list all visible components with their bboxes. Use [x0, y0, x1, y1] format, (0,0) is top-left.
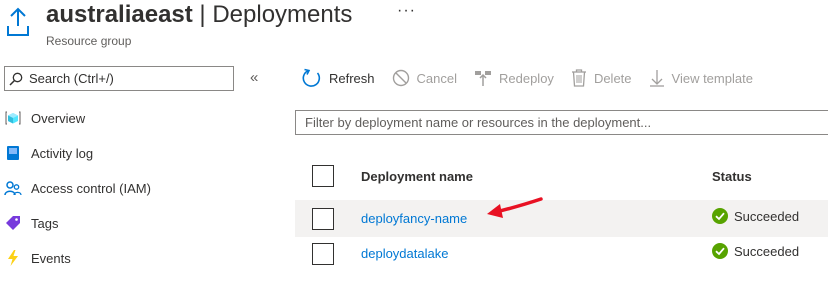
upload-icon [6, 6, 30, 36]
refresh-label: Refresh [329, 70, 375, 86]
page-title: australiaeast | Deployments [46, 0, 352, 30]
sidebar-item-events[interactable]: Events [4, 247, 71, 269]
sidebar-search-input[interactable]: Search (Ctrl+/) [4, 66, 234, 91]
delete-button[interactable]: Delete [571, 69, 632, 87]
success-check-icon [712, 243, 728, 259]
delete-label: Delete [593, 70, 632, 86]
cancel-label: Cancel [416, 70, 457, 86]
lightning-bolt-icon [4, 249, 22, 267]
redeploy-button[interactable]: Redeploy [474, 69, 554, 87]
filter-placeholder: Filter by deployment name or resources i… [305, 115, 652, 130]
page-name: Deployments [212, 1, 353, 28]
collapse-sidebar-button[interactable]: « [250, 69, 258, 86]
status-cell: Succeeded [712, 243, 799, 259]
sidebar-item-label: Access control (IAM) [31, 180, 151, 196]
more-options-button[interactable]: ··· [397, 2, 416, 20]
sidebar-item-label: Tags [31, 215, 59, 231]
sidebar-item-tags[interactable]: Tags [4, 212, 58, 234]
command-bar: Refresh Cancel Redeploy Delete View temp… [302, 66, 770, 90]
page-subtitle: Resource group [46, 34, 132, 48]
view-template-label: View template [671, 70, 753, 86]
select-all-checkbox[interactable] [312, 165, 334, 187]
refresh-icon [302, 68, 321, 87]
redeploy-icon [475, 71, 491, 86]
column-header-status[interactable]: Status [712, 169, 752, 184]
search-placeholder: Search (Ctrl+/) [29, 71, 114, 86]
sidebar-item-label: Activity log [31, 145, 94, 161]
download-arrow-icon [649, 70, 664, 87]
trash-icon [571, 69, 586, 87]
deployment-name-link[interactable]: deployfancy-name [361, 211, 467, 226]
filter-input[interactable]: Filter by deployment name or resources i… [295, 110, 828, 135]
title-separator: | [192, 1, 213, 28]
annotation-arrow-icon [487, 197, 543, 218]
sidebar-item-label: Events [31, 250, 71, 266]
tag-icon [4, 214, 22, 232]
cancel-icon [392, 69, 409, 87]
status-label: Succeeded [734, 243, 800, 259]
status-label: Succeeded [734, 208, 800, 224]
activity-log-icon [4, 144, 22, 162]
cancel-button[interactable]: Cancel [392, 69, 457, 87]
sidebar-item-activity-log[interactable]: Activity log [4, 142, 93, 164]
search-icon [9, 72, 23, 86]
deployment-name-link[interactable]: deploydatalake [361, 246, 448, 261]
resource-name: australiaeast [46, 1, 193, 28]
status-cell: Succeeded [712, 208, 799, 224]
row-checkbox[interactable] [312, 243, 334, 265]
success-check-icon [712, 208, 728, 224]
sidebar-item-access-control[interactable]: Access control (IAM) [4, 177, 151, 199]
resource-group-cube-icon [4, 109, 22, 127]
row-checkbox[interactable] [312, 208, 334, 230]
view-template-button[interactable]: View template [649, 69, 753, 87]
redeploy-label: Redeploy [499, 70, 554, 86]
column-header-deployment-name[interactable]: Deployment name [361, 169, 473, 184]
refresh-button[interactable]: Refresh [302, 68, 375, 88]
sidebar-item-overview[interactable]: Overview [4, 107, 85, 129]
sidebar-item-label: Overview [31, 110, 86, 126]
people-icon [4, 179, 22, 197]
